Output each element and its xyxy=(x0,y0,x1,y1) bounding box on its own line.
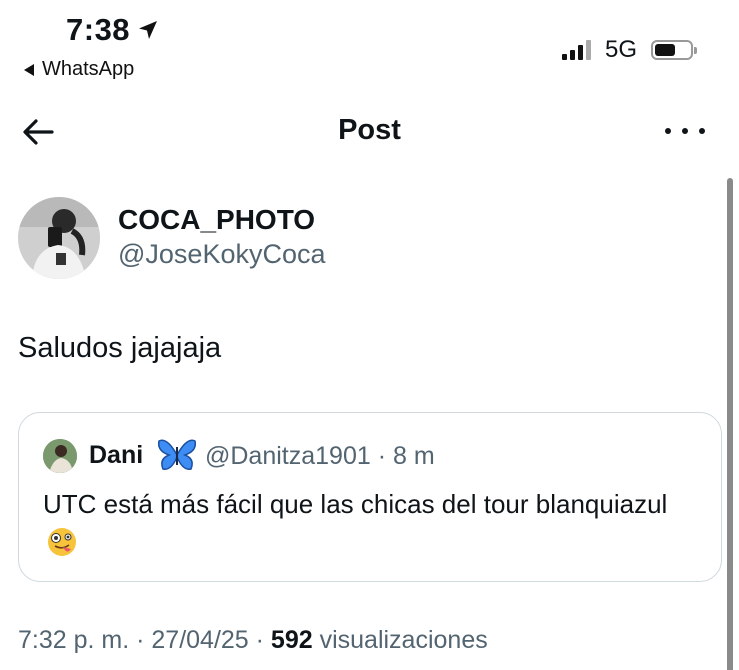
battery-icon xyxy=(651,40,697,60)
post-time-date: 7:32 p. m. · 27/04/25 · xyxy=(18,626,271,654)
post-meta: 7:32 p. m. · 27/04/25 · 592 visualizacio… xyxy=(18,626,488,655)
author-name[interactable]: COCA_PHOTO xyxy=(118,204,315,236)
post-header: Post xyxy=(0,100,739,162)
quoted-handle-time: @Danitza1901 · 8 m xyxy=(205,442,435,470)
more-options-icon[interactable] xyxy=(665,116,705,146)
scrollbar[interactable] xyxy=(727,178,733,670)
back-app-label: WhatsApp xyxy=(42,58,135,80)
screen: 7:38 WhatsApp 5G Post COCA_PHOTO @JoseKo… xyxy=(0,0,739,670)
butterfly-emoji xyxy=(157,439,197,470)
views-label: visualizaciones xyxy=(312,626,488,654)
status-time: 7:38 xyxy=(66,12,160,48)
signal-icon xyxy=(561,40,591,60)
network-label: 5G xyxy=(604,36,637,63)
back-triangle-icon xyxy=(24,63,34,76)
post-text: Saludos jajajaja xyxy=(18,332,222,364)
views-count: 592 xyxy=(270,626,313,654)
back-to-app-link[interactable]: WhatsApp xyxy=(22,58,134,81)
quoted-avatar xyxy=(43,439,77,473)
time-label: 7:38 xyxy=(66,12,131,47)
quoted-text-body: UTC está más fácil que las chicas del to… xyxy=(43,489,668,519)
page-title: Post xyxy=(338,114,401,146)
quoted-author-name: Dani xyxy=(89,441,144,469)
status-indicators: 5G xyxy=(561,36,697,64)
avatar[interactable] xyxy=(18,197,100,279)
zany-face-emoji xyxy=(48,528,76,556)
author-handle[interactable]: @JoseKokyCoca xyxy=(118,239,326,270)
quoted-text: UTC está más fácil que las chicas del to… xyxy=(43,485,683,561)
battery-fill xyxy=(655,44,675,56)
location-arrow-icon xyxy=(139,21,158,39)
quoted-post[interactable]: Dani @Danitza1901 · 8 m UTC está más fác… xyxy=(18,412,722,582)
